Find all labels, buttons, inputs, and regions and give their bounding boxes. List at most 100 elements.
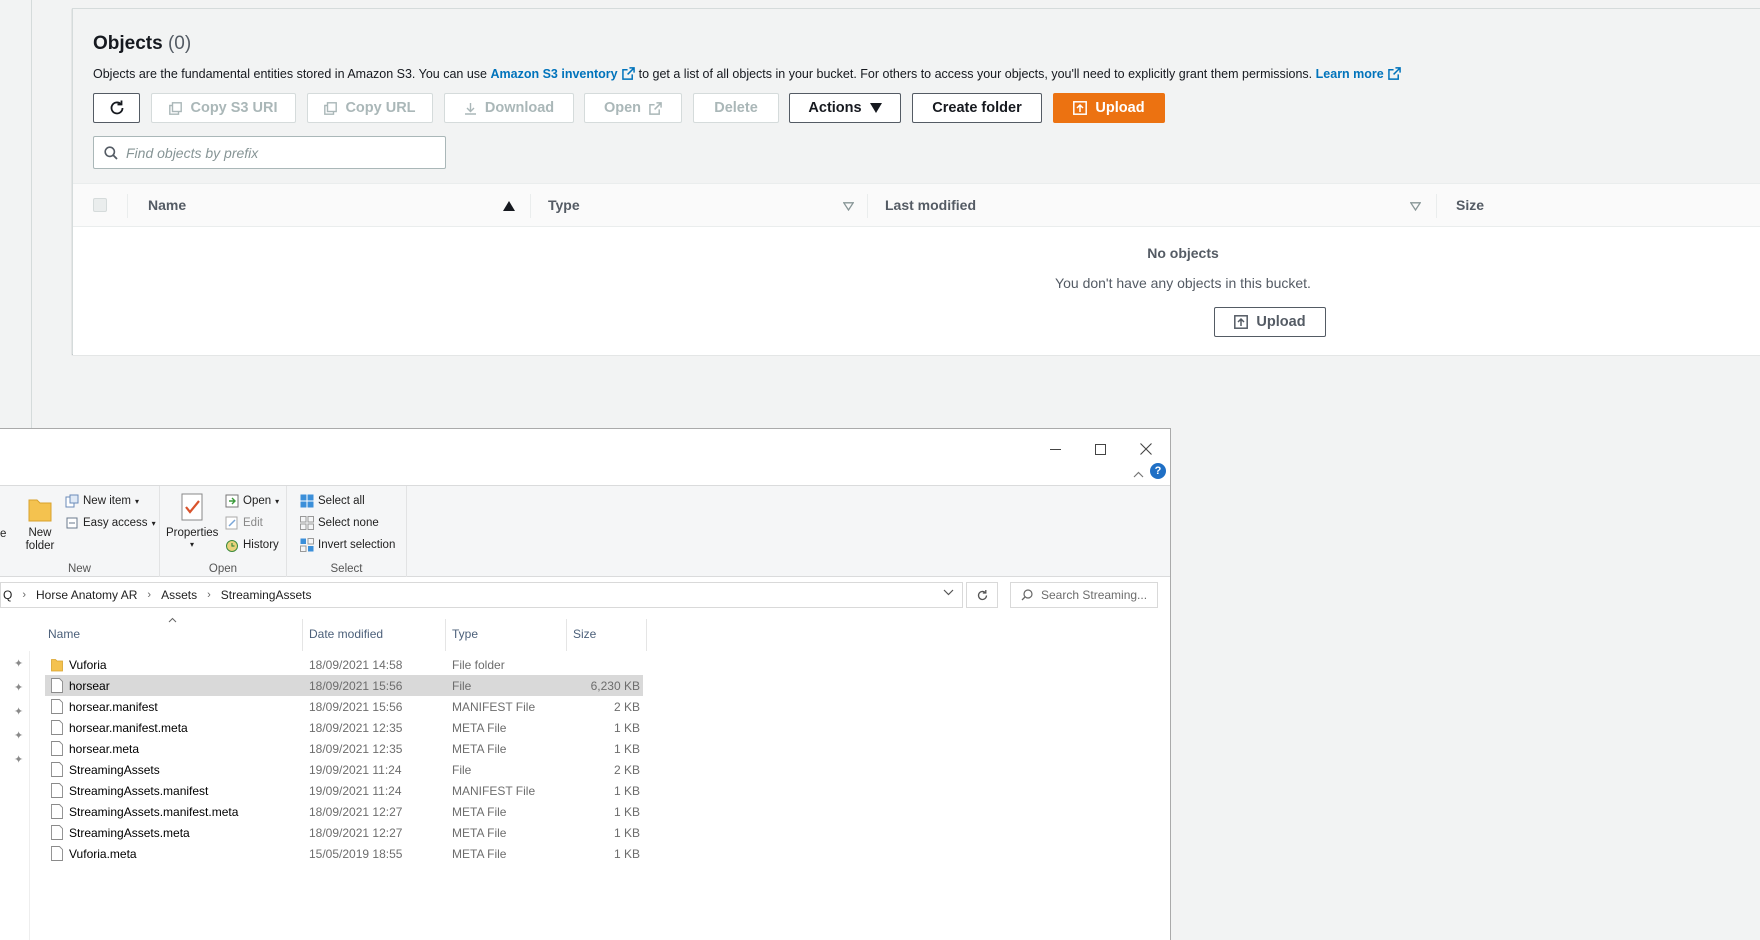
explorer-search-input[interactable]: Search Streaming... <box>1010 582 1158 608</box>
download-button[interactable]: Download <box>444 93 574 123</box>
copy-s3-uri-button[interactable]: Copy S3 URI <box>151 93 296 123</box>
breadcrumb-streamingassets[interactable]: StreamingAssets <box>221 588 312 602</box>
find-objects-input[interactable]: Find objects by prefix <box>93 136 446 169</box>
minimize-button[interactable] <box>1033 435 1077 463</box>
select-all-button[interactable]: Select all <box>300 494 365 508</box>
objects-heading: Objects (0) <box>93 33 191 55</box>
address-bar[interactable]: Q › Horse Anatomy AR › Assets › Streamin… <box>0 582 963 608</box>
new-item-label: New item <box>83 495 131 507</box>
folder-icon <box>51 659 63 672</box>
close-button[interactable] <box>1124 435 1168 463</box>
properties-button[interactable]: Properties ▾ <box>166 492 218 549</box>
empty-upload-button[interactable]: Upload <box>1214 307 1326 337</box>
new-folder-label-1: New <box>28 527 52 539</box>
file-row[interactable]: StreamingAssets.meta 18/09/2021 12:27 META… <box>45 822 643 843</box>
create-folder-button[interactable]: Create folder <box>912 93 1042 123</box>
file-row[interactable]: Vuforia.meta 15/05/2019 18:55 META File 1 K… <box>45 843 643 864</box>
open-button[interactable]: Open <box>584 93 682 123</box>
refresh-button[interactable] <box>966 582 998 608</box>
objects-description: Objects are the fundamental entities sto… <box>93 67 1405 81</box>
open-menu-label: Open <box>243 495 272 507</box>
file-row[interactable]: horsear 18/09/2021 15:56 File 6,230 KB <box>45 675 643 696</box>
external-link-icon <box>621 67 635 80</box>
invert-selection-button[interactable]: Invert selection <box>300 538 395 552</box>
history-button[interactable]: History <box>225 538 279 552</box>
invert-selection-icon <box>300 538 314 552</box>
file-icon <box>51 804 63 819</box>
easy-access-label: Easy access <box>83 517 148 529</box>
file-row[interactable]: Vuforia 18/09/2021 14:58 File folder <box>45 654 643 675</box>
actions-button[interactable]: Actions <box>789 93 901 123</box>
column-last-modified[interactable]: Last modified <box>885 197 976 213</box>
sort-icon[interactable] <box>843 202 854 211</box>
upload-icon <box>1234 315 1249 329</box>
objects-table-header: Name Type Last modified Size <box>73 183 1760 227</box>
file-type: META File <box>452 721 507 735</box>
help-icon[interactable]: ? <box>1150 463 1166 479</box>
column-name[interactable]: Name <box>48 627 80 641</box>
copy-url-button[interactable]: Copy URL <box>307 93 433 123</box>
select-none-button[interactable]: Select none <box>300 516 379 530</box>
file-size: 1 KB <box>613 805 640 819</box>
file-explorer-window: ? e New folder New item ▾ Easy access ▾ Ne… <box>0 428 1171 940</box>
file-icon <box>51 783 63 798</box>
file-row[interactable]: StreamingAssets.manifest 19/09/2021 11:24… <box>45 780 643 801</box>
easy-access-button[interactable]: Easy access ▾ <box>65 516 156 530</box>
pin-icon[interactable]: ✦ <box>14 753 23 766</box>
column-name[interactable]: Name <box>148 197 186 213</box>
file-size: 1 KB <box>613 721 640 735</box>
learn-more-link[interactable]: Learn more <box>1316 67 1384 81</box>
collapse-ribbon-icon[interactable] <box>1133 469 1144 481</box>
file-icon <box>51 825 63 840</box>
open-menu-button[interactable]: Open ▾ <box>225 494 279 508</box>
new-item-button[interactable]: New item ▾ <box>65 494 139 508</box>
breadcrumb-horse-anatomy-ar[interactable]: Horse Anatomy AR <box>36 588 137 602</box>
inventory-link[interactable]: Amazon S3 inventory <box>491 67 618 81</box>
pin-icon[interactable]: ✦ <box>14 657 23 670</box>
search-icon <box>1021 589 1033 601</box>
file-icon <box>51 678 63 693</box>
properties-icon <box>181 493 203 521</box>
maximize-button[interactable] <box>1078 435 1122 463</box>
file-row[interactable]: horsear.manifest 18/09/2021 15:56 MANIFEST… <box>45 696 643 717</box>
sort-ascending-icon[interactable] <box>503 201 515 211</box>
open-label: Open <box>603 100 642 116</box>
file-type: MANIFEST File <box>452 700 536 714</box>
upload-button[interactable]: Upload <box>1053 93 1165 123</box>
file-date-modified: 18/09/2021 12:35 <box>309 742 403 756</box>
file-row[interactable]: horsear.meta 18/09/2021 12:35 META File 1 K… <box>45 738 643 759</box>
column-size[interactable]: Size <box>573 627 596 641</box>
download-icon <box>464 102 476 115</box>
column-type[interactable]: Type <box>548 197 580 213</box>
file-name: StreamingAssets <box>69 763 160 777</box>
file-list-header: Name Date modified Type Size <box>0 617 1170 651</box>
select-all-checkbox[interactable] <box>93 198 107 212</box>
pin-icon[interactable]: ✦ <box>14 705 23 718</box>
refresh-button[interactable] <box>93 93 140 123</box>
file-type: File <box>452 679 472 693</box>
file-size: 6,230 KB <box>590 679 640 693</box>
edit-icon <box>225 516 238 530</box>
file-row[interactable]: StreamingAssets 19/09/2021 11:24 File 2 KB <box>45 759 643 780</box>
file-type: META File <box>452 805 507 819</box>
column-size[interactable]: Size <box>1456 197 1484 213</box>
file-name: horsear <box>69 679 110 693</box>
copy-url-label: Copy URL <box>345 100 416 116</box>
new-folder-button[interactable]: New folder <box>24 494 56 553</box>
pin-icon[interactable]: ✦ <box>14 729 23 742</box>
pin-icon[interactable]: ✦ <box>14 681 23 694</box>
breadcrumb-assets[interactable]: Assets <box>161 588 197 602</box>
column-type[interactable]: Type <box>452 627 478 641</box>
refresh-icon <box>110 100 123 115</box>
file-date-modified: 15/05/2019 18:55 <box>309 847 403 861</box>
sort-icon[interactable] <box>1410 202 1421 211</box>
delete-button[interactable]: Delete <box>693 93 779 123</box>
file-row[interactable]: StreamingAssets.manifest.meta 18/09/2021 … <box>45 801 643 822</box>
column-date-modified[interactable]: Date modified <box>309 627 383 641</box>
select-none-icon <box>300 516 314 530</box>
navigation-pane: ✦ ✦ ✦ ✦ ✦ <box>0 651 30 940</box>
edit-button[interactable]: Edit <box>225 516 263 530</box>
address-dropdown-icon[interactable] <box>943 587 954 599</box>
file-date-modified: 18/09/2021 14:58 <box>309 658 403 672</box>
file-row[interactable]: horsear.manifest.meta 18/09/2021 12:35 MET… <box>45 717 643 738</box>
